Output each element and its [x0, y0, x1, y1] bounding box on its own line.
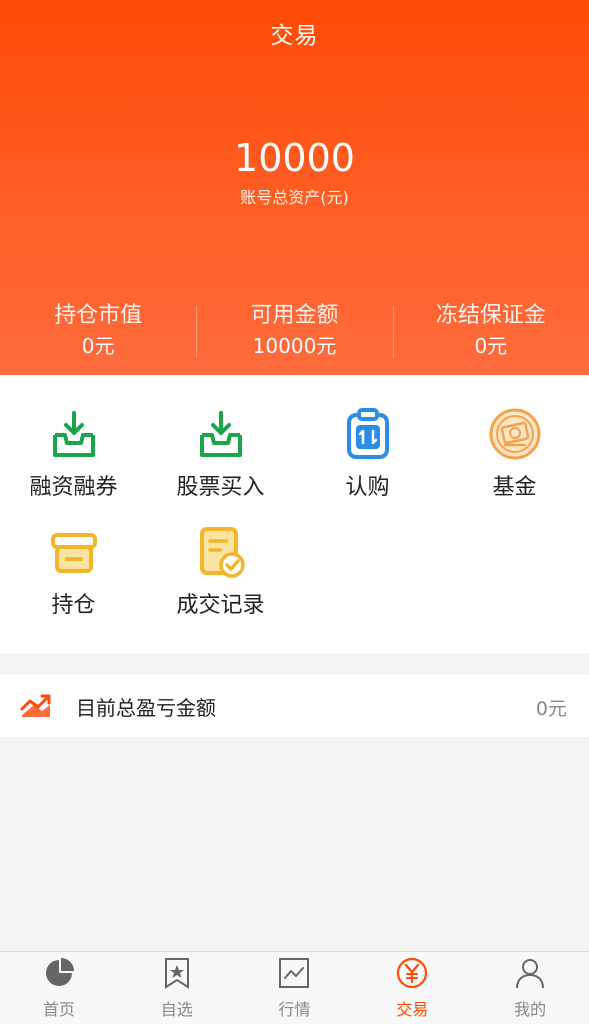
page-title: 交易 [270, 23, 319, 49]
tab-label: 自选 [160, 1000, 193, 1019]
menu-item-label: 认购 [345, 475, 390, 500]
menu-item-subscribe[interactable]: 认购 [294, 377, 441, 500]
stat-value: 10000元 [252, 334, 337, 358]
document-check-icon [192, 523, 250, 581]
tab-label: 交易 [396, 1000, 429, 1019]
trend-up-icon [20, 693, 52, 719]
menu-item-trade-records[interactable]: 成交记录 [147, 495, 294, 618]
bookmark-star-icon [160, 956, 194, 990]
stat-value: 0元 [81, 334, 115, 358]
tab-label: 我的 [514, 1000, 547, 1019]
stat-value: 0元 [474, 334, 508, 358]
archive-box-icon [45, 523, 103, 581]
profit-loss-label: 目前总盈亏金额 [76, 696, 216, 720]
menu-item-margin-trading[interactable]: 融资融券 [0, 377, 147, 500]
yen-circle-icon [395, 956, 429, 990]
pie-chart-icon [42, 956, 76, 990]
total-assets-value: 10000 [234, 136, 355, 180]
tab-trade[interactable]: 交易 [353, 952, 471, 1024]
stat-label: 可用金额 [250, 303, 339, 328]
tray-download-icon [45, 405, 103, 463]
menu-item-label: 基金 [492, 475, 537, 500]
menu-item-fund[interactable]: 基金 [441, 377, 588, 500]
tab-watchlist[interactable]: 自选 [118, 952, 236, 1024]
menu-item-stock-buy[interactable]: 股票买入 [147, 377, 294, 500]
tab-home[interactable]: 首页 [0, 952, 118, 1024]
stat-available-funds: 可用金额 10000元 [196, 300, 392, 366]
total-assets-label: 账号总资产(元) [240, 188, 349, 207]
trade-menu-grid: 融资融券 股票买入 认购 基金 持仓 成交记录 [0, 375, 589, 653]
account-stats: 持仓市值 0元 可用金额 10000元 冻结保证金 0元 [0, 300, 589, 366]
stat-frozen-margin: 冻结保证金 0元 [392, 300, 589, 366]
tab-profile[interactable]: 我的 [471, 952, 589, 1024]
line-chart-icon [277, 956, 311, 990]
profit-loss-value: 0元 [535, 698, 567, 720]
tray-download-icon [192, 405, 250, 463]
tab-label: 首页 [42, 1000, 75, 1019]
stat-label: 持仓市值 [54, 303, 143, 328]
stat-position-value: 持仓市值 0元 [0, 300, 196, 366]
clipboard-exchange-icon [339, 405, 397, 463]
account-header: 交易 10000 账号总资产(元) 持仓市值 0元 可用金额 10000元 冻结… [0, 0, 589, 375]
fund-coin-icon [486, 405, 544, 463]
menu-item-label: 成交记录 [176, 593, 265, 618]
bottom-tab-bar: 首页 自选 行情 交易 我的 [0, 951, 589, 1024]
tab-market[interactable]: 行情 [236, 952, 354, 1024]
menu-item-label: 持仓 [51, 593, 96, 618]
menu-item-positions[interactable]: 持仓 [0, 495, 147, 618]
user-icon [513, 956, 547, 990]
stat-label: 冻结保证金 [435, 303, 546, 328]
tab-label: 行情 [278, 1000, 311, 1019]
trade-page: 交易 10000 账号总资产(元) 持仓市值 0元 可用金额 10000元 冻结… [0, 0, 589, 1024]
total-profit-loss-row[interactable]: 目前总盈亏金额 0元 [0, 675, 589, 737]
